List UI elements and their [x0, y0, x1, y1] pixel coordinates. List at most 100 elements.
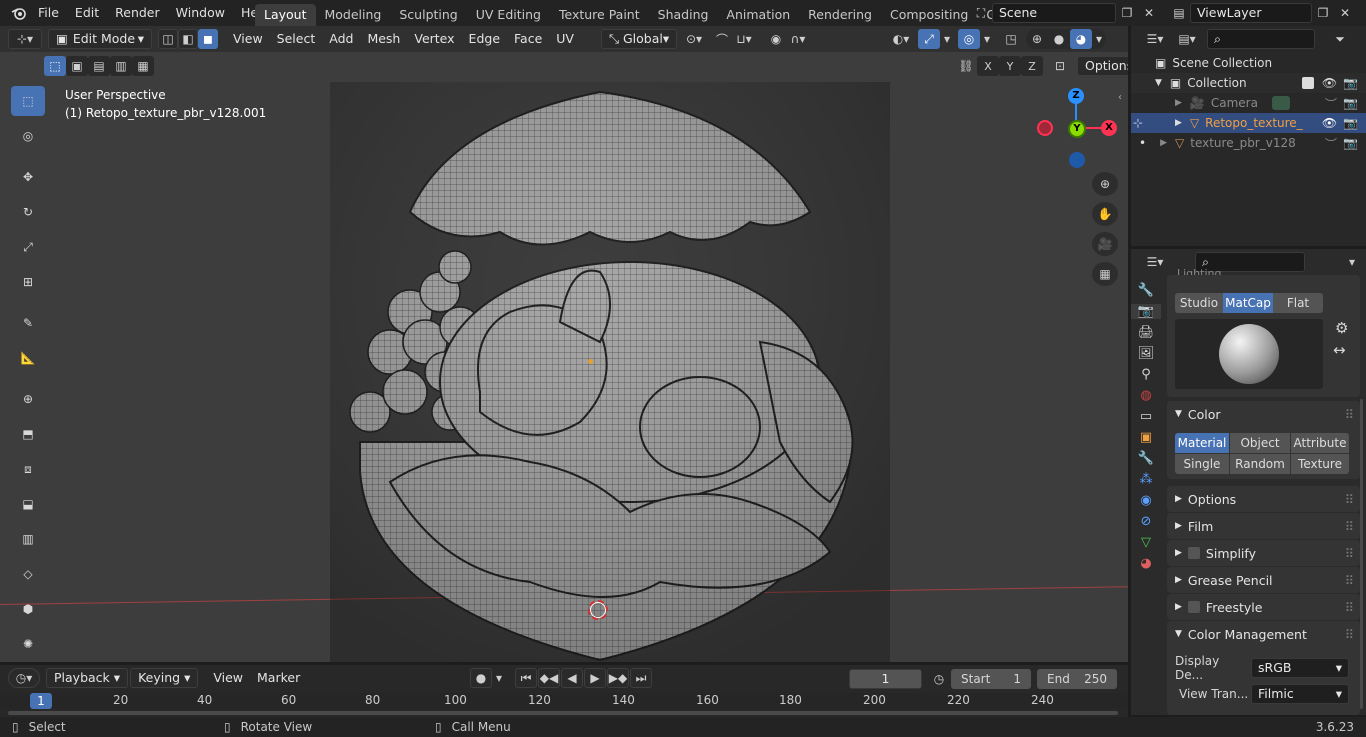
- checkbox-icon[interactable]: [1301, 77, 1314, 89]
- camera-render-icon[interactable]: 📷: [1343, 136, 1358, 150]
- expand-arrow-icon[interactable]: ▶: [1160, 138, 1167, 148]
- measure-tool-icon[interactable]: 📐: [11, 343, 45, 373]
- expand-arrow-icon[interactable]: ▶: [1175, 98, 1182, 108]
- properties-editor-icon[interactable]: ☰▾: [1139, 252, 1171, 272]
- view-layer-icon[interactable]: ▤: [1168, 3, 1190, 23]
- menu-face[interactable]: Face: [507, 29, 549, 49]
- cursor-tool-icon[interactable]: ◎: [11, 121, 45, 151]
- inset-tool-icon[interactable]: ⧈: [11, 454, 45, 484]
- material-shading-icon[interactable]: ◕: [1070, 29, 1092, 49]
- axis-z-toggle[interactable]: Z: [1021, 56, 1043, 76]
- color-material[interactable]: Material: [1175, 433, 1229, 453]
- outliner-row-camera[interactable]: ▶ 🎥 Camera ︶ 📷: [1131, 93, 1366, 113]
- camera-render-icon[interactable]: 📷: [1343, 116, 1358, 130]
- poly-build-tool-icon[interactable]: ⬢: [11, 594, 45, 624]
- snap-target-icon[interactable]: ⊔▾: [733, 29, 755, 49]
- flip-matcap-icon[interactable]: ↔: [1333, 341, 1346, 359]
- gizmo-y[interactable]: Y: [1068, 120, 1086, 138]
- tab-shading[interactable]: Shading: [649, 4, 718, 26]
- tab-rendering[interactable]: Rendering: [799, 4, 881, 26]
- spin-tool-icon[interactable]: ✺: [11, 629, 45, 659]
- falloff-icon[interactable]: ∩▾: [787, 29, 809, 49]
- freestyle-checkbox[interactable]: [1187, 601, 1200, 613]
- mirror-icon[interactable]: ⛓: [955, 56, 977, 76]
- scale-tool-icon[interactable]: ⤢: [11, 232, 45, 262]
- preview-range-icon[interactable]: ◷: [928, 669, 950, 689]
- extrude-tool-icon[interactable]: ⬒: [11, 419, 45, 449]
- menu-vertex[interactable]: Vertex: [407, 29, 461, 49]
- tab-sculpting[interactable]: Sculpting: [390, 4, 466, 26]
- color-object[interactable]: Object: [1230, 433, 1290, 453]
- proportional-edit-icon[interactable]: ◉: [765, 29, 787, 49]
- start-frame-field[interactable]: Start 1: [951, 669, 1031, 689]
- tab-modeling[interactable]: Modeling: [316, 4, 391, 26]
- edit-mode-indicator-icon[interactable]: ⊹: [1133, 116, 1143, 130]
- jump-start-icon[interactable]: ⏮: [515, 668, 537, 688]
- view-transform-dropdown[interactable]: Filmic ▾: [1251, 684, 1349, 704]
- drag-handle-icon[interactable]: ⠿: [1345, 546, 1354, 561]
- menu-marker[interactable]: Marker: [250, 668, 307, 688]
- end-frame-field[interactable]: End 250: [1037, 669, 1117, 689]
- menu-playback[interactable]: Playback ▾: [46, 668, 129, 688]
- timeline-editor-icon[interactable]: ◷▾: [8, 668, 40, 688]
- current-frame-marker[interactable]: 1: [30, 693, 52, 709]
- outliner-row-scene-collection[interactable]: ▣ Scene Collection: [1131, 53, 1366, 73]
- color-attribute[interactable]: Attribute: [1291, 433, 1349, 453]
- output-tab-icon[interactable]: 🖨: [1138, 325, 1155, 340]
- editor-type-icon[interactable]: ⊹▾: [8, 29, 42, 49]
- constraints-tab-icon[interactable]: ⊘: [1141, 514, 1152, 529]
- menu-timeline-view[interactable]: View: [206, 668, 250, 688]
- physics-tab-icon[interactable]: ◉: [1140, 493, 1151, 508]
- settings-gear-icon[interactable]: ⚙: [1335, 319, 1348, 337]
- overlay-toggle-icon[interactable]: ◎: [958, 29, 980, 49]
- navigation-gizmo[interactable]: Z X Y: [1030, 88, 1120, 178]
- outliner-row-texture-pbr[interactable]: • ▶ ▽ texture_pbr_v128 ︶ 📷: [1131, 133, 1366, 153]
- select-box-tool-icon[interactable]: ⬚: [11, 86, 45, 116]
- next-keyframe-icon[interactable]: ▶◆: [607, 668, 629, 688]
- annotate-tool-icon[interactable]: ✎: [11, 308, 45, 338]
- film-section[interactable]: ▶ Film ⠿: [1167, 513, 1360, 539]
- new-scene-icon[interactable]: ❐: [1116, 3, 1138, 23]
- camera-render-icon[interactable]: 📷: [1343, 76, 1358, 90]
- data-tab-icon[interactable]: ▽: [1141, 535, 1151, 550]
- gizmo-neg-x[interactable]: [1037, 120, 1053, 136]
- blender-logo-icon[interactable]: [8, 6, 30, 20]
- auto-keying-icon[interactable]: ●: [470, 668, 492, 688]
- view-layer-field[interactable]: ViewLayer: [1190, 3, 1312, 23]
- select-extend-icon[interactable]: ▣: [66, 56, 88, 76]
- outliner-search-input[interactable]: ⌕: [1207, 29, 1315, 49]
- shading-dropdown-icon[interactable]: ▾: [1092, 29, 1106, 49]
- current-frame-field[interactable]: 1: [849, 669, 922, 689]
- hidden-eye-icon[interactable]: ︶: [1325, 135, 1337, 152]
- simplify-section[interactable]: ▶ Simplify ⠿: [1167, 540, 1360, 566]
- camera-view-icon[interactable]: 🎥: [1092, 232, 1118, 256]
- tab-layout[interactable]: Layout: [255, 4, 316, 26]
- overlay-dropdown-icon[interactable]: ▾: [980, 29, 994, 49]
- gizmo-toggle-icon[interactable]: ⤢: [918, 29, 940, 49]
- outliner-editor-icon[interactable]: ☰▾: [1139, 29, 1171, 49]
- display-mode-icon[interactable]: ▤▾: [1171, 29, 1203, 49]
- delete-view-layer-icon[interactable]: ✕: [1334, 3, 1356, 23]
- properties-scrollbar[interactable]: [1360, 399, 1363, 709]
- jump-end-icon[interactable]: ⏭: [630, 668, 652, 688]
- menu-view[interactable]: View: [226, 29, 270, 49]
- simplify-checkbox[interactable]: [1187, 547, 1200, 559]
- auto-merge-icon[interactable]: ⊡: [1049, 56, 1071, 76]
- rotate-tool-icon[interactable]: ↻: [11, 197, 45, 227]
- camera-render-icon[interactable]: 📷: [1343, 96, 1358, 110]
- select-subtract-icon[interactable]: ▤: [88, 56, 110, 76]
- particles-tab-icon[interactable]: ⁂: [1140, 472, 1153, 487]
- 3d-viewport[interactable]: ⬚ ▣ ▤ ▥ ▦ ⛓ X Y Z ⊡ Options ▾ ⬚ ◎ ✥ ↻ ⤢ …: [0, 52, 1128, 662]
- tab-animation[interactable]: Animation: [717, 4, 799, 26]
- outliner-row-retopo[interactable]: ⊹ ▶ ▽ Retopo_texture_ 👁 📷: [1131, 113, 1366, 133]
- gizmo-x[interactable]: X: [1101, 120, 1117, 136]
- snap-icon[interactable]: ⌒: [711, 29, 733, 49]
- eye-icon[interactable]: 👁: [1322, 116, 1337, 130]
- menu-window[interactable]: Window: [168, 0, 233, 26]
- knife-tool-icon[interactable]: ◇: [11, 559, 45, 589]
- collection-tab-icon[interactable]: ▭: [1140, 409, 1152, 424]
- menu-edge[interactable]: Edge: [462, 29, 507, 49]
- material-tab-icon[interactable]: ◕: [1140, 556, 1151, 571]
- frame-ruler[interactable]: 1 20 40 60 80 100 120 140 160 180 200 22…: [0, 693, 1128, 709]
- solid-shading-icon[interactable]: ●: [1048, 29, 1070, 49]
